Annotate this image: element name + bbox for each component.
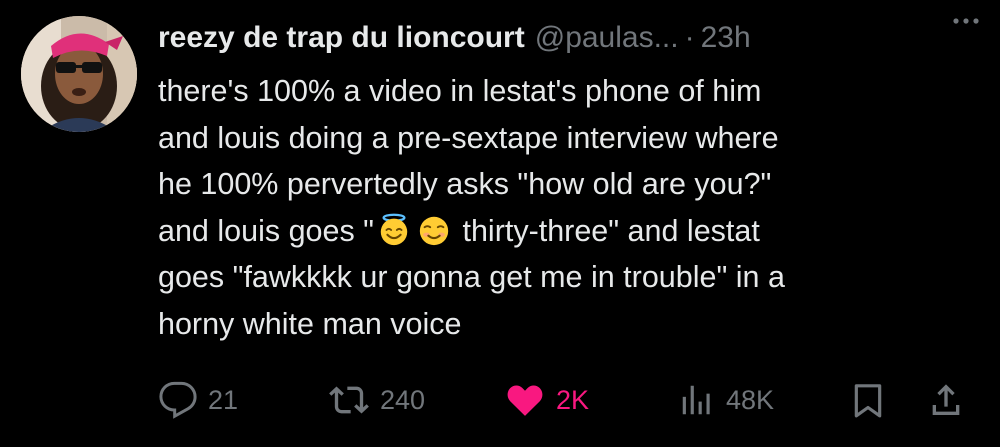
reply-button[interactable]: 21	[158, 372, 238, 428]
heart-icon	[507, 385, 543, 416]
tweet-text-line: he 100% pervertedly asks "how old are yo…	[158, 167, 772, 201]
like-count: 2K	[556, 384, 590, 415]
views-button[interactable]: 48K	[678, 372, 774, 428]
repost-icon	[329, 386, 369, 414]
smiling-face-icon	[419, 216, 449, 245]
more-icon	[953, 18, 979, 24]
action-bar: 21 240 2K 48K	[158, 372, 988, 428]
smiling-face-with-halo-icon	[380, 213, 408, 245]
share-icon	[932, 384, 960, 415]
tweet-text: there's 100% a video in lestat's phone o…	[158, 68, 978, 347]
tweet-header: reezy de trap du lioncourt @paulas... · …	[158, 14, 988, 62]
display-name[interactable]: reezy de trap du lioncourt	[158, 21, 525, 55]
tweet-text-line: goes "fawkkkk ur gonna get me in trouble…	[158, 260, 785, 294]
like-button[interactable]: 2K	[504, 372, 589, 428]
tweet-text-line: and louis goes " thirty-three" and lesta…	[158, 208, 978, 255]
reply-count: 21	[208, 384, 239, 415]
tweet-text-line: there's 100% a video in lestat's phone o…	[158, 74, 762, 108]
tweet-text-fragment: thirty-three" and lestat	[454, 213, 760, 248]
bookmark-button[interactable]	[848, 372, 888, 428]
bookmark-icon	[854, 384, 882, 418]
avatar-image	[21, 16, 137, 132]
views-icon	[682, 385, 710, 415]
reply-icon	[159, 381, 197, 419]
tweet-text-line: horny white man voice	[158, 306, 462, 341]
view-count: 48K	[726, 384, 775, 415]
more-options-button[interactable]	[946, 6, 986, 36]
tweet-text-fragment: and louis goes "	[158, 213, 375, 248]
timestamp[interactable]: 23h	[701, 21, 751, 55]
separator-dot: ·	[684, 21, 695, 54]
repost-count: 240	[380, 384, 426, 415]
user-handle[interactable]: @paulas...	[535, 21, 679, 55]
share-button[interactable]	[926, 372, 966, 428]
tweet-text-line: and louis doing a pre-sextape interview …	[158, 120, 779, 155]
avatar[interactable]	[21, 16, 137, 132]
repost-button[interactable]: 240	[328, 372, 425, 428]
